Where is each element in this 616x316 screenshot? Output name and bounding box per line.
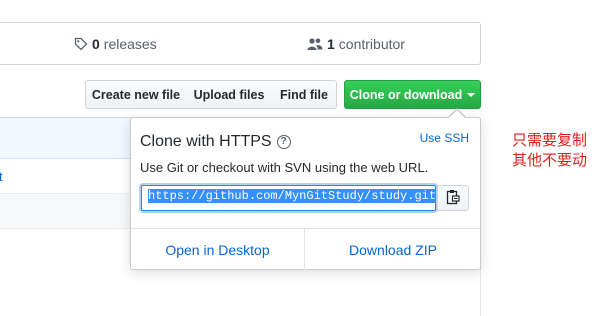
popup-title-text: Clone with HTTPS <box>140 133 272 150</box>
releases-count: 0 <box>92 36 100 52</box>
annotation-line-1: 只需要复制 <box>512 131 588 149</box>
create-new-file-button[interactable]: Create new file <box>85 80 187 109</box>
file-link[interactable]: t <box>0 169 3 184</box>
releases-label: releases <box>103 36 157 52</box>
clone-url-selected-text: https://github.com/MynGitStudy/study.git <box>148 189 437 203</box>
people-icon <box>307 37 323 51</box>
clone-url-input[interactable]: https://github.com/MynGitStudy/study.git <box>141 185 437 211</box>
upload-files-button[interactable]: Upload files <box>186 80 273 109</box>
popup-description: Use Git or checkout with SVN using the w… <box>140 160 429 175</box>
annotation-note: 只需要复制 其他不要动 <box>512 130 616 170</box>
contributors-count: 1 <box>327 36 335 52</box>
repo-summary-bar: 0 releases 1 contributor <box>0 22 481 65</box>
annotation-line-2: 其他不要动 <box>512 151 588 169</box>
contributors-label: contributor <box>338 36 405 52</box>
popup-title: Clone with HTTPS ? <box>140 133 291 151</box>
releases-summary[interactable]: 0 releases <box>74 36 157 52</box>
help-icon[interactable]: ? <box>276 135 291 149</box>
clone-or-download-label: Clone or download <box>349 87 463 102</box>
tag-icon <box>74 37 88 51</box>
clone-popup: Clone with HTTPS ? Use SSH Use Git or ch… <box>130 117 481 270</box>
copy-to-clipboard-button[interactable] <box>437 185 469 211</box>
page-divider <box>480 270 481 316</box>
open-in-desktop-button[interactable]: Open in Desktop <box>131 229 305 270</box>
use-ssh-link[interactable]: Use SSH <box>420 131 469 145</box>
popup-actions: Open in Desktop Download ZIP <box>131 228 480 270</box>
popup-arrow-fill <box>449 110 465 118</box>
find-file-button[interactable]: Find file <box>272 80 337 109</box>
clipboard-icon <box>446 189 460 208</box>
clone-or-download-button[interactable]: Clone or download <box>344 80 481 109</box>
contributors-summary[interactable]: 1 contributor <box>307 36 405 52</box>
download-zip-button[interactable]: Download ZIP <box>305 229 481 270</box>
caret-down-icon <box>467 93 476 97</box>
